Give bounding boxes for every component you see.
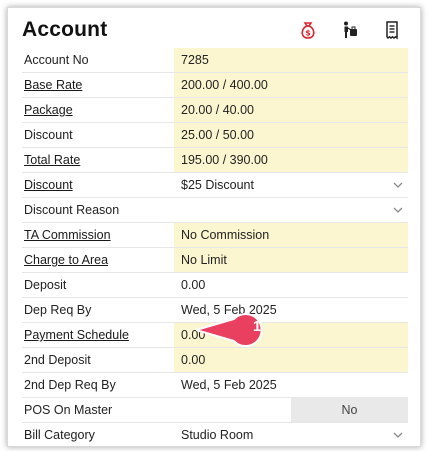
row-deposit: Deposit 0.00 (22, 273, 408, 298)
bill-category-select[interactable]: Studio Room (174, 423, 408, 446)
row-discount-select: Discount $25 Discount (22, 173, 408, 198)
total-rate-link[interactable]: Total Rate (22, 153, 174, 167)
chevron-down-icon (393, 207, 403, 213)
chevron-down-icon (393, 432, 403, 438)
base-rate-value: 200.00 / 400.00 (174, 73, 408, 97)
row-account-no: Account No 7285 (22, 48, 408, 73)
discount-amount-value: 25.00 / 50.00 (174, 123, 408, 147)
account-no-value: 7285 (174, 48, 408, 72)
row-base-rate: Base Rate 200.00 / 400.00 (22, 73, 408, 98)
package-link[interactable]: Package (22, 103, 174, 117)
discount-select[interactable]: $25 Discount (174, 173, 408, 197)
row-discount-reason: Discount Reason (22, 198, 408, 223)
row-2nd-deposit: 2nd Deposit 0.00 (22, 348, 408, 373)
deposit-label: Deposit (24, 278, 67, 292)
bill-category-label: Bill Category (24, 428, 95, 442)
base-rate-link[interactable]: Base Rate (22, 78, 174, 92)
charge-to-area-value: No Limit (174, 248, 408, 272)
pos-on-master-toggle[interactable]: No (291, 398, 408, 422)
row-2nd-dep-req-by: 2nd Dep Req By Wed, 5 Feb 2025 (22, 373, 408, 398)
discount-link[interactable]: Discount (22, 178, 174, 192)
receipt-icon[interactable] (382, 20, 402, 40)
account-fields: Account No 7285 Base Rate 200.00 / 400.0… (22, 48, 408, 446)
total-rate-value: 195.00 / 390.00 (174, 148, 408, 172)
header-icons: $ (298, 20, 402, 40)
discount-reason-select[interactable] (174, 198, 408, 222)
row-package: Package 20.00 / 40.00 (22, 98, 408, 123)
dep-req-by-label: Dep Req By (24, 303, 92, 317)
chevron-down-icon (393, 182, 403, 188)
second-dep-req-by-label: 2nd Dep Req By (24, 378, 116, 392)
row-pos-on-master: POS On Master No (22, 398, 408, 423)
bill-category-value: Studio Room (181, 428, 254, 442)
account-panel: Account $ Account No 7285 Base Rate 200.… (7, 7, 421, 447)
pos-on-master-label: POS On Master (24, 403, 113, 417)
pos-on-master-value: No (174, 398, 408, 422)
panel-title: Account (22, 18, 108, 41)
row-charge-to-area: Charge to Area No Limit (22, 248, 408, 273)
row-bill-category: Bill Category Studio Room (22, 423, 408, 446)
row-discount-amount: Discount 25.00 / 50.00 (22, 123, 408, 148)
panel-header: Account $ (8, 8, 420, 48)
charge-to-area-link[interactable]: Charge to Area (22, 253, 174, 267)
discount-reason-label: Discount Reason (24, 203, 120, 217)
person-luggage-icon[interactable] (340, 20, 360, 40)
callout-number: 1 (252, 318, 262, 335)
package-value: 20.00 / 40.00 (174, 98, 408, 122)
second-dep-req-by-value[interactable]: Wed, 5 Feb 2025 (174, 373, 408, 397)
deposit-value[interactable]: 0.00 (174, 273, 408, 297)
svg-text:$: $ (305, 29, 311, 38)
discount-amount-label: Discount (24, 128, 73, 142)
ta-commission-link[interactable]: TA Commission (22, 228, 174, 242)
ta-commission-value: No Commission (174, 223, 408, 247)
second-deposit-value: 0.00 (174, 348, 408, 372)
account-no-label: Account No (24, 53, 89, 67)
row-ta-commission: TA Commission No Commission (22, 223, 408, 248)
second-deposit-label: 2nd Deposit (24, 353, 91, 367)
discount-select-value: $25 Discount (181, 178, 254, 192)
row-total-rate: Total Rate 195.00 / 390.00 (22, 148, 408, 173)
money-bag-icon[interactable]: $ (298, 20, 318, 40)
payment-schedule-link[interactable]: Payment Schedule (22, 328, 174, 342)
